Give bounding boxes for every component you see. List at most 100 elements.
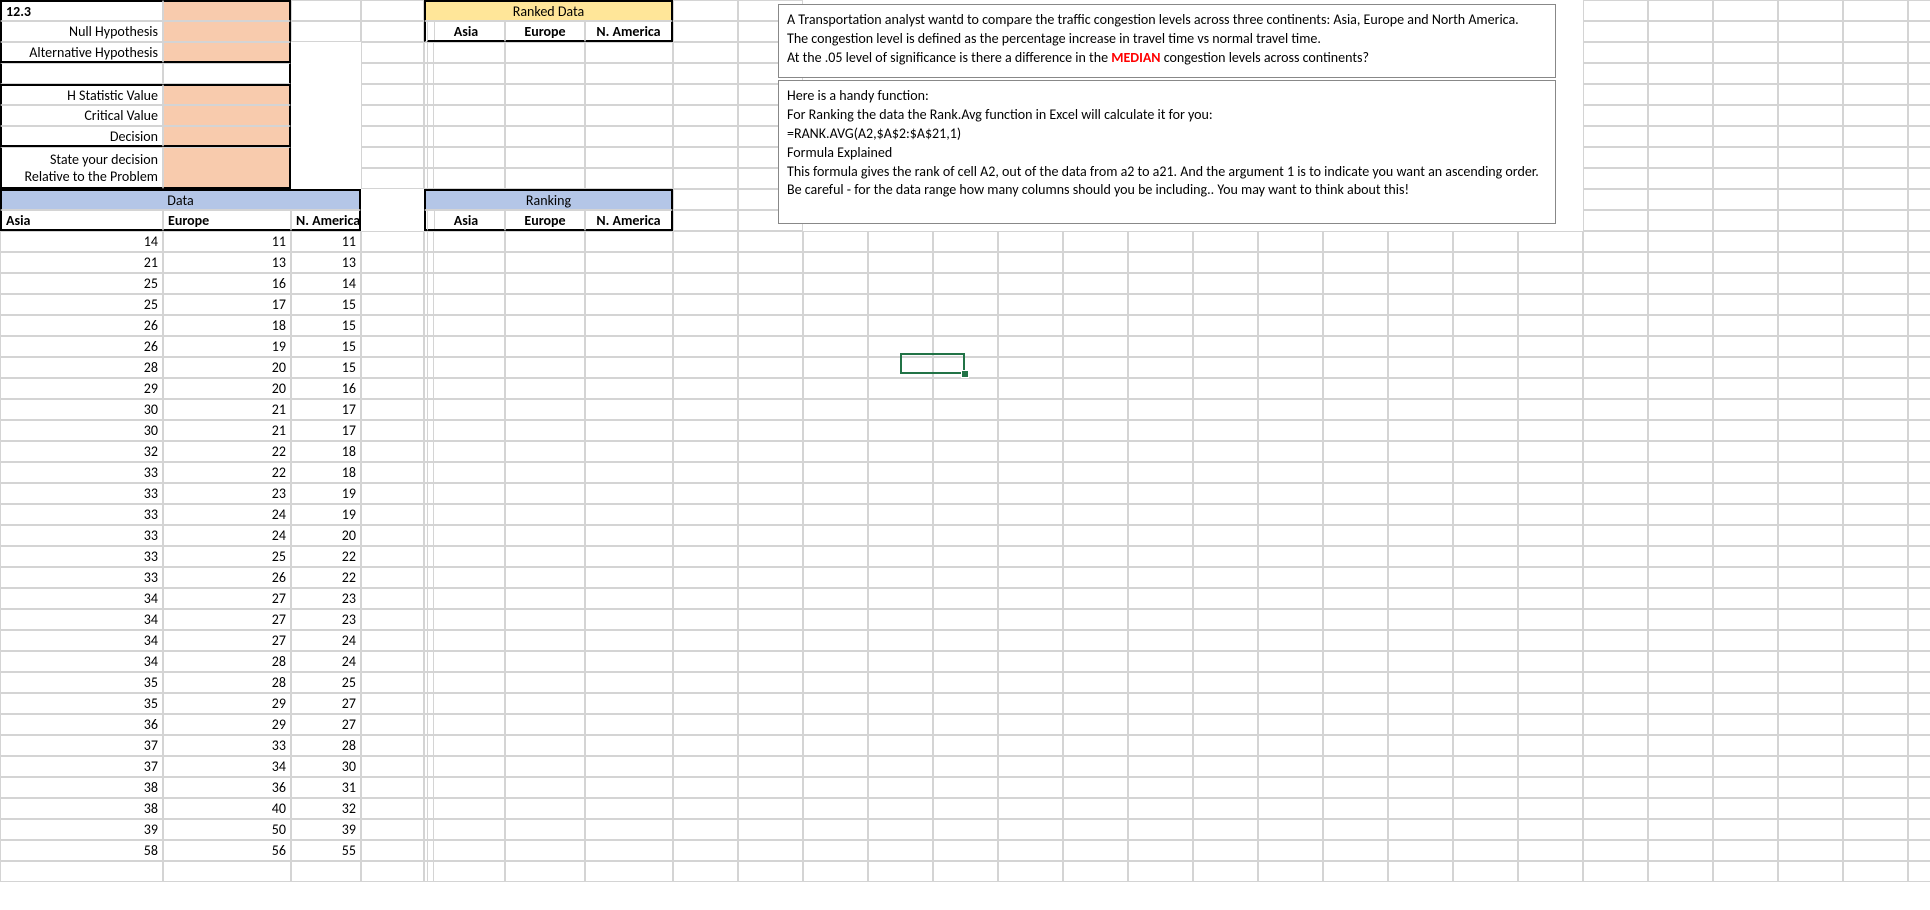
cell[interactable] <box>1453 336 1518 357</box>
cell[interactable] <box>1128 231 1193 252</box>
cell[interactable] <box>998 462 1063 483</box>
cell[interactable] <box>1843 609 1908 630</box>
cell[interactable] <box>1778 252 1843 273</box>
cell[interactable] <box>1518 840 1583 861</box>
cell[interactable] <box>1323 273 1388 294</box>
cell[interactable] <box>427 441 505 462</box>
cell[interactable] <box>1518 294 1583 315</box>
cell[interactable] <box>998 252 1063 273</box>
cell[interactable] <box>585 252 673 273</box>
cell[interactable] <box>1908 693 1930 714</box>
cell[interactable] <box>1713 126 1778 147</box>
cell[interactable] <box>1453 672 1518 693</box>
cell[interactable] <box>1258 504 1323 525</box>
cell[interactable] <box>361 567 424 588</box>
cell[interactable] <box>868 567 933 588</box>
cell[interactable] <box>1388 294 1453 315</box>
cell[interactable] <box>1063 315 1128 336</box>
cell[interactable] <box>868 525 933 546</box>
cell[interactable] <box>1908 399 1930 420</box>
cell[interactable] <box>1258 294 1323 315</box>
cell[interactable] <box>505 861 585 882</box>
cell[interactable] <box>427 588 505 609</box>
data-asia-cell[interactable]: 33 <box>0 567 163 588</box>
cell[interactable] <box>1713 273 1778 294</box>
cell[interactable] <box>1908 105 1930 126</box>
cell[interactable] <box>1843 294 1908 315</box>
cell[interactable] <box>673 420 738 441</box>
data-asia-cell[interactable]: 35 <box>0 693 163 714</box>
cell[interactable] <box>1258 630 1323 651</box>
cell[interactable] <box>1648 819 1713 840</box>
cell[interactable] <box>1518 630 1583 651</box>
cell[interactable] <box>1193 483 1258 504</box>
cell[interactable] <box>361 63 424 84</box>
cell[interactable] <box>1778 441 1843 462</box>
cell[interactable] <box>1453 378 1518 399</box>
data-asia-cell[interactable]: 26 <box>0 336 163 357</box>
cell[interactable] <box>0 861 163 882</box>
cell[interactable] <box>868 546 933 567</box>
data-namerica-cell[interactable]: 15 <box>291 336 361 357</box>
cell[interactable] <box>1323 504 1388 525</box>
cell[interactable] <box>1453 462 1518 483</box>
cell[interactable] <box>1583 420 1648 441</box>
cell[interactable] <box>1648 294 1713 315</box>
cell[interactable] <box>585 819 673 840</box>
cell[interactable] <box>1323 252 1388 273</box>
cell[interactable] <box>1323 861 1388 882</box>
cell[interactable] <box>1843 315 1908 336</box>
cell[interactable] <box>1453 483 1518 504</box>
data-asia-cell[interactable]: 14 <box>0 231 163 252</box>
cell[interactable] <box>1908 630 1930 651</box>
cell[interactable] <box>1583 714 1648 735</box>
header-rank-namerica[interactable]: N. America <box>585 210 673 231</box>
cell[interactable] <box>585 462 673 483</box>
cell[interactable] <box>1713 294 1778 315</box>
cell[interactable] <box>1388 231 1453 252</box>
cell[interactable] <box>1583 84 1648 105</box>
cell[interactable] <box>585 840 673 861</box>
data-europe-cell[interactable]: 50 <box>163 819 291 840</box>
cell[interactable] <box>1063 693 1128 714</box>
label-critical-value[interactable]: Critical Value <box>0 105 163 126</box>
cell[interactable] <box>1323 588 1388 609</box>
data-namerica-cell[interactable]: 15 <box>291 294 361 315</box>
cell[interactable] <box>1843 336 1908 357</box>
cell[interactable] <box>1713 819 1778 840</box>
cell[interactable] <box>1713 441 1778 462</box>
cell[interactable] <box>1908 609 1930 630</box>
spreadsheet[interactable]: 12.3 Ranked Data Null Hypothesis Asia Eu… <box>0 0 1930 910</box>
data-namerica-cell[interactable]: 14 <box>291 273 361 294</box>
cell[interactable] <box>1843 525 1908 546</box>
data-europe-cell[interactable]: 28 <box>163 672 291 693</box>
cell[interactable] <box>1323 777 1388 798</box>
cell[interactable] <box>1258 525 1323 546</box>
cell[interactable] <box>998 672 1063 693</box>
cell[interactable] <box>803 567 868 588</box>
cell[interactable] <box>998 861 1063 882</box>
cell[interactable] <box>1908 546 1930 567</box>
cell[interactable] <box>1193 399 1258 420</box>
cell[interactable] <box>738 756 803 777</box>
cell[interactable] <box>1388 735 1453 756</box>
cell[interactable] <box>1518 315 1583 336</box>
cell[interactable] <box>163 63 291 84</box>
cell[interactable] <box>585 42 673 63</box>
cell[interactable] <box>998 525 1063 546</box>
cell[interactable] <box>1388 441 1453 462</box>
cell[interactable] <box>427 567 505 588</box>
cell[interactable] <box>1648 693 1713 714</box>
cell[interactable] <box>738 777 803 798</box>
cell[interactable] <box>1648 777 1713 798</box>
cell[interactable] <box>1583 210 1648 231</box>
cell[interactable] <box>1648 588 1713 609</box>
cell[interactable] <box>1713 525 1778 546</box>
data-europe-cell[interactable]: 25 <box>163 546 291 567</box>
label-relative-decision[interactable]: State your decision Relative to the Prob… <box>0 147 163 189</box>
cell[interactable] <box>361 651 424 672</box>
cell[interactable] <box>1843 441 1908 462</box>
cell[interactable] <box>585 861 673 882</box>
cell[interactable] <box>1778 357 1843 378</box>
cell[interactable] <box>1843 21 1908 42</box>
